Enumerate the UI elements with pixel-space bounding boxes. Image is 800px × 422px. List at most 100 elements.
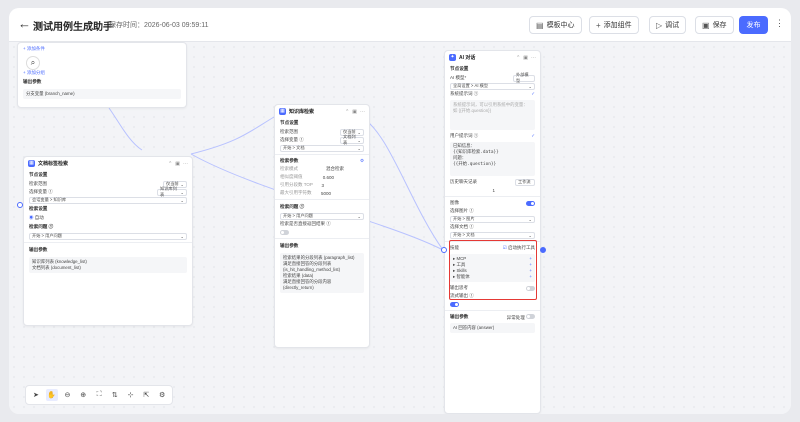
output-port[interactable] bbox=[540, 247, 546, 253]
sys-prompt-field[interactable]: 系统提示词，可以引用系统中的变量：如 {{开始.question}} bbox=[450, 100, 535, 130]
node-header: ▦ 知识库检索 ⌃ ▣ ⋯ bbox=[275, 105, 369, 118]
user-prompt-field[interactable]: 已知信息： {{知识库检索.data}} 问题： {{开始.question}} bbox=[450, 142, 535, 176]
show-result-row: 检索是否直接返回结果 ① bbox=[280, 221, 331, 226]
history-count[interactable]: 1 bbox=[492, 188, 495, 193]
image-toggle[interactable] bbox=[526, 200, 535, 206]
section-question: 检索问题 ① bbox=[280, 204, 305, 209]
organize-icon[interactable]: ⊹ bbox=[125, 389, 137, 401]
section-node-settings: 节点设置 bbox=[29, 172, 48, 177]
history-row: 历史聊天记录 工作流 bbox=[445, 178, 540, 186]
expand-icon[interactable]: ▣ bbox=[352, 109, 357, 115]
select-var-select[interactable]: 会话变量 > 知识库 ⌄ bbox=[29, 196, 187, 204]
section-output: 输出参数 bbox=[29, 247, 48, 252]
image-select[interactable]: 开始 > 图片 ⌄ bbox=[450, 215, 535, 223]
param-row-4: 最大引用字符数 5000 bbox=[280, 190, 331, 196]
model-type-select[interactable]: 外部模型 bbox=[513, 72, 535, 83]
plus-icon: + bbox=[596, 20, 601, 30]
doc-tag-search-node[interactable]: ▦ 文档标签检索 ⌃ ▣ ⋯ 节点设置 检索范围 仅当前 ⌄ 选择变量 ① 知识库列表 ⌄ … bbox=[23, 156, 193, 326]
question-row: 开始 > 用户问题 ⌄ bbox=[275, 212, 369, 220]
condition-node[interactable]: + 添加条件 ⌕ + 添加分组 输出参数 分支变量 (branch_name) bbox=[17, 42, 187, 108]
show-result-toggle[interactable] bbox=[280, 229, 289, 235]
output-value: 分支变量 (branch_name) bbox=[23, 89, 181, 99]
app-window: ← 测试用例生成助手 保存时间：2026-06-03 09:59:11 ▤ 模板中… bbox=[9, 8, 791, 414]
collapse-icon[interactable]: ⇱ bbox=[140, 389, 152, 401]
model-select[interactable]: 全局设置 > AI 模型 ⌄ bbox=[450, 82, 535, 90]
radio-row[interactable]: ◉ 自动 bbox=[24, 214, 192, 222]
settings-icon[interactable]: ⚙ bbox=[360, 158, 364, 164]
param-row-3: 引用分段数 TOP 3 bbox=[280, 182, 324, 188]
image-select-row: 开始 > 图片 ⌄ bbox=[445, 215, 540, 223]
zoom-in-icon[interactable]: ⊕ bbox=[77, 389, 89, 401]
node-controls[interactable]: ⌃ ▣ ⋯ bbox=[516, 55, 536, 61]
more-menu-icon[interactable]: ⋮ bbox=[775, 18, 784, 29]
publish-button[interactable]: 发布 bbox=[739, 16, 768, 34]
question-row: 开始 > 用户问题 ⌄ bbox=[24, 232, 192, 240]
node-type-icon: ▦ bbox=[279, 108, 286, 115]
template-center-button[interactable]: ▤ 模板中心 bbox=[529, 16, 582, 34]
search-icon[interactable]: ⌕ bbox=[26, 56, 40, 70]
stream-toggle[interactable] bbox=[450, 301, 459, 307]
input-port[interactable] bbox=[441, 247, 447, 253]
question-select[interactable]: 开始 > 用户问题 ⌄ bbox=[280, 212, 364, 220]
workflow-canvas[interactable]: + 添加条件 ⌕ + 添加分组 输出参数 分支变量 (branch_name) … bbox=[9, 42, 791, 414]
input-port[interactable] bbox=[17, 202, 23, 208]
expand-icon[interactable]: ▣ bbox=[523, 55, 528, 61]
layout-icon[interactable]: ⇅ bbox=[109, 389, 121, 401]
exception-toggle[interactable] bbox=[526, 313, 535, 319]
save-button[interactable]: ▣ 保存 bbox=[695, 16, 734, 34]
divider bbox=[24, 242, 192, 243]
history-count-row: 1 bbox=[445, 186, 540, 194]
select-var-select[interactable]: 开始 > 文档 ⌄ bbox=[280, 144, 364, 152]
user-prompt-label-row: 用户提示词 ① ✓ bbox=[450, 133, 535, 139]
node-title: 文档标签检索 bbox=[38, 161, 69, 167]
fit-view-icon[interactable]: ⛶ bbox=[93, 389, 105, 401]
section-output: 输出参数 bbox=[280, 243, 299, 248]
select-var-row: 选择变量 ① 知识库列表 ⌄ bbox=[24, 186, 192, 197]
node-title: AI 对话 bbox=[459, 55, 476, 61]
ai-icon: ✦ bbox=[449, 54, 456, 61]
more-icon[interactable]: ⋯ bbox=[183, 161, 188, 167]
node-controls[interactable]: ⌃ ▣ ⋯ bbox=[168, 161, 188, 167]
node-type-icon: ▦ bbox=[28, 160, 35, 167]
add-component-button[interactable]: + 添加组件 bbox=[589, 16, 639, 34]
select-var-box-row: 会话变量 > 知识库 ⌄ bbox=[24, 196, 192, 204]
section-node-settings: 节点设置 bbox=[280, 120, 299, 125]
debug-button[interactable]: ▷ 调试 bbox=[649, 16, 687, 34]
chevron-up-icon[interactable]: ⌃ bbox=[516, 55, 520, 61]
ai-chat-node[interactable]: ✦ AI 对话 ⌃ ▣ ⋯ 节点设置 AI 模型* 外部模型 全局设置 > AI 模型… bbox=[444, 50, 541, 414]
knowledge-search-node[interactable]: ▦ 知识库检索 ⌃ ▣ ⋯ 节点设置 检索范围 仅当前 ⌄ 选择变量 ① 文档列表 ⌄ 开始… bbox=[274, 104, 370, 348]
select-var-type[interactable]: 知识库列表 ⌄ bbox=[157, 186, 187, 197]
chevron-up-icon[interactable]: ⌃ bbox=[168, 161, 172, 167]
divider bbox=[445, 196, 540, 197]
doc-select[interactable]: 开始 > 文档 ⌄ bbox=[450, 231, 535, 239]
more-icon[interactable]: ⋯ bbox=[531, 55, 536, 61]
bug-icon[interactable]: ⚙ bbox=[156, 389, 168, 401]
hand-icon[interactable]: ✋ bbox=[45, 389, 58, 401]
history-select[interactable]: 工作流 bbox=[515, 178, 535, 186]
more-icon[interactable]: ⋯ bbox=[360, 109, 365, 115]
chevron-up-icon[interactable]: ⌃ bbox=[345, 109, 349, 115]
canvas-toolbar: ➤ ✋ ⊖ ⊕ ⛶ ⇅ ⊹ ⇱ ⚙ bbox=[25, 385, 173, 405]
select-var-box-row: 开始 > 文档 ⌄ bbox=[275, 144, 369, 152]
node-controls[interactable]: ⌃ ▣ ⋯ bbox=[345, 109, 365, 115]
output-list: AI 回答内容 (answer) bbox=[450, 323, 535, 333]
question-select[interactable]: 开始 > 用户问题 ⌄ bbox=[29, 232, 187, 240]
pointer-icon[interactable]: ➤ bbox=[30, 389, 42, 401]
expand-icon[interactable]: ▣ bbox=[175, 161, 180, 167]
check-icon[interactable]: ✓ bbox=[531, 91, 535, 97]
output-list: 检索结果的分段列表 (paragraph_list) 满足直接回答的分段列表 (… bbox=[280, 253, 364, 293]
divider bbox=[275, 238, 369, 239]
zoom-out-icon[interactable]: ⊖ bbox=[62, 389, 74, 401]
radio-icon[interactable]: ◉ bbox=[29, 215, 34, 220]
param-row-1: 检索模式 混合检索 bbox=[280, 166, 344, 171]
section-search-settings: 检索设置 bbox=[29, 206, 48, 211]
save-time: 保存时间：2026-06-03 09:59:11 bbox=[109, 22, 209, 29]
select-var-type[interactable]: 文档列表 ⌄ bbox=[340, 134, 364, 145]
add-group-link[interactable]: + 添加分组 bbox=[18, 69, 186, 77]
sys-prompt-label-row: 系统提示词 ① ✓ bbox=[450, 91, 535, 97]
check-icon[interactable]: ✓ bbox=[531, 133, 535, 139]
back-arrow-icon[interactable]: ← bbox=[18, 16, 31, 32]
add-condition-link[interactable]: + 添加条件 bbox=[18, 45, 186, 53]
output-label: 输出参数 bbox=[23, 79, 42, 84]
section-question: 检索问题 ① bbox=[29, 224, 54, 229]
